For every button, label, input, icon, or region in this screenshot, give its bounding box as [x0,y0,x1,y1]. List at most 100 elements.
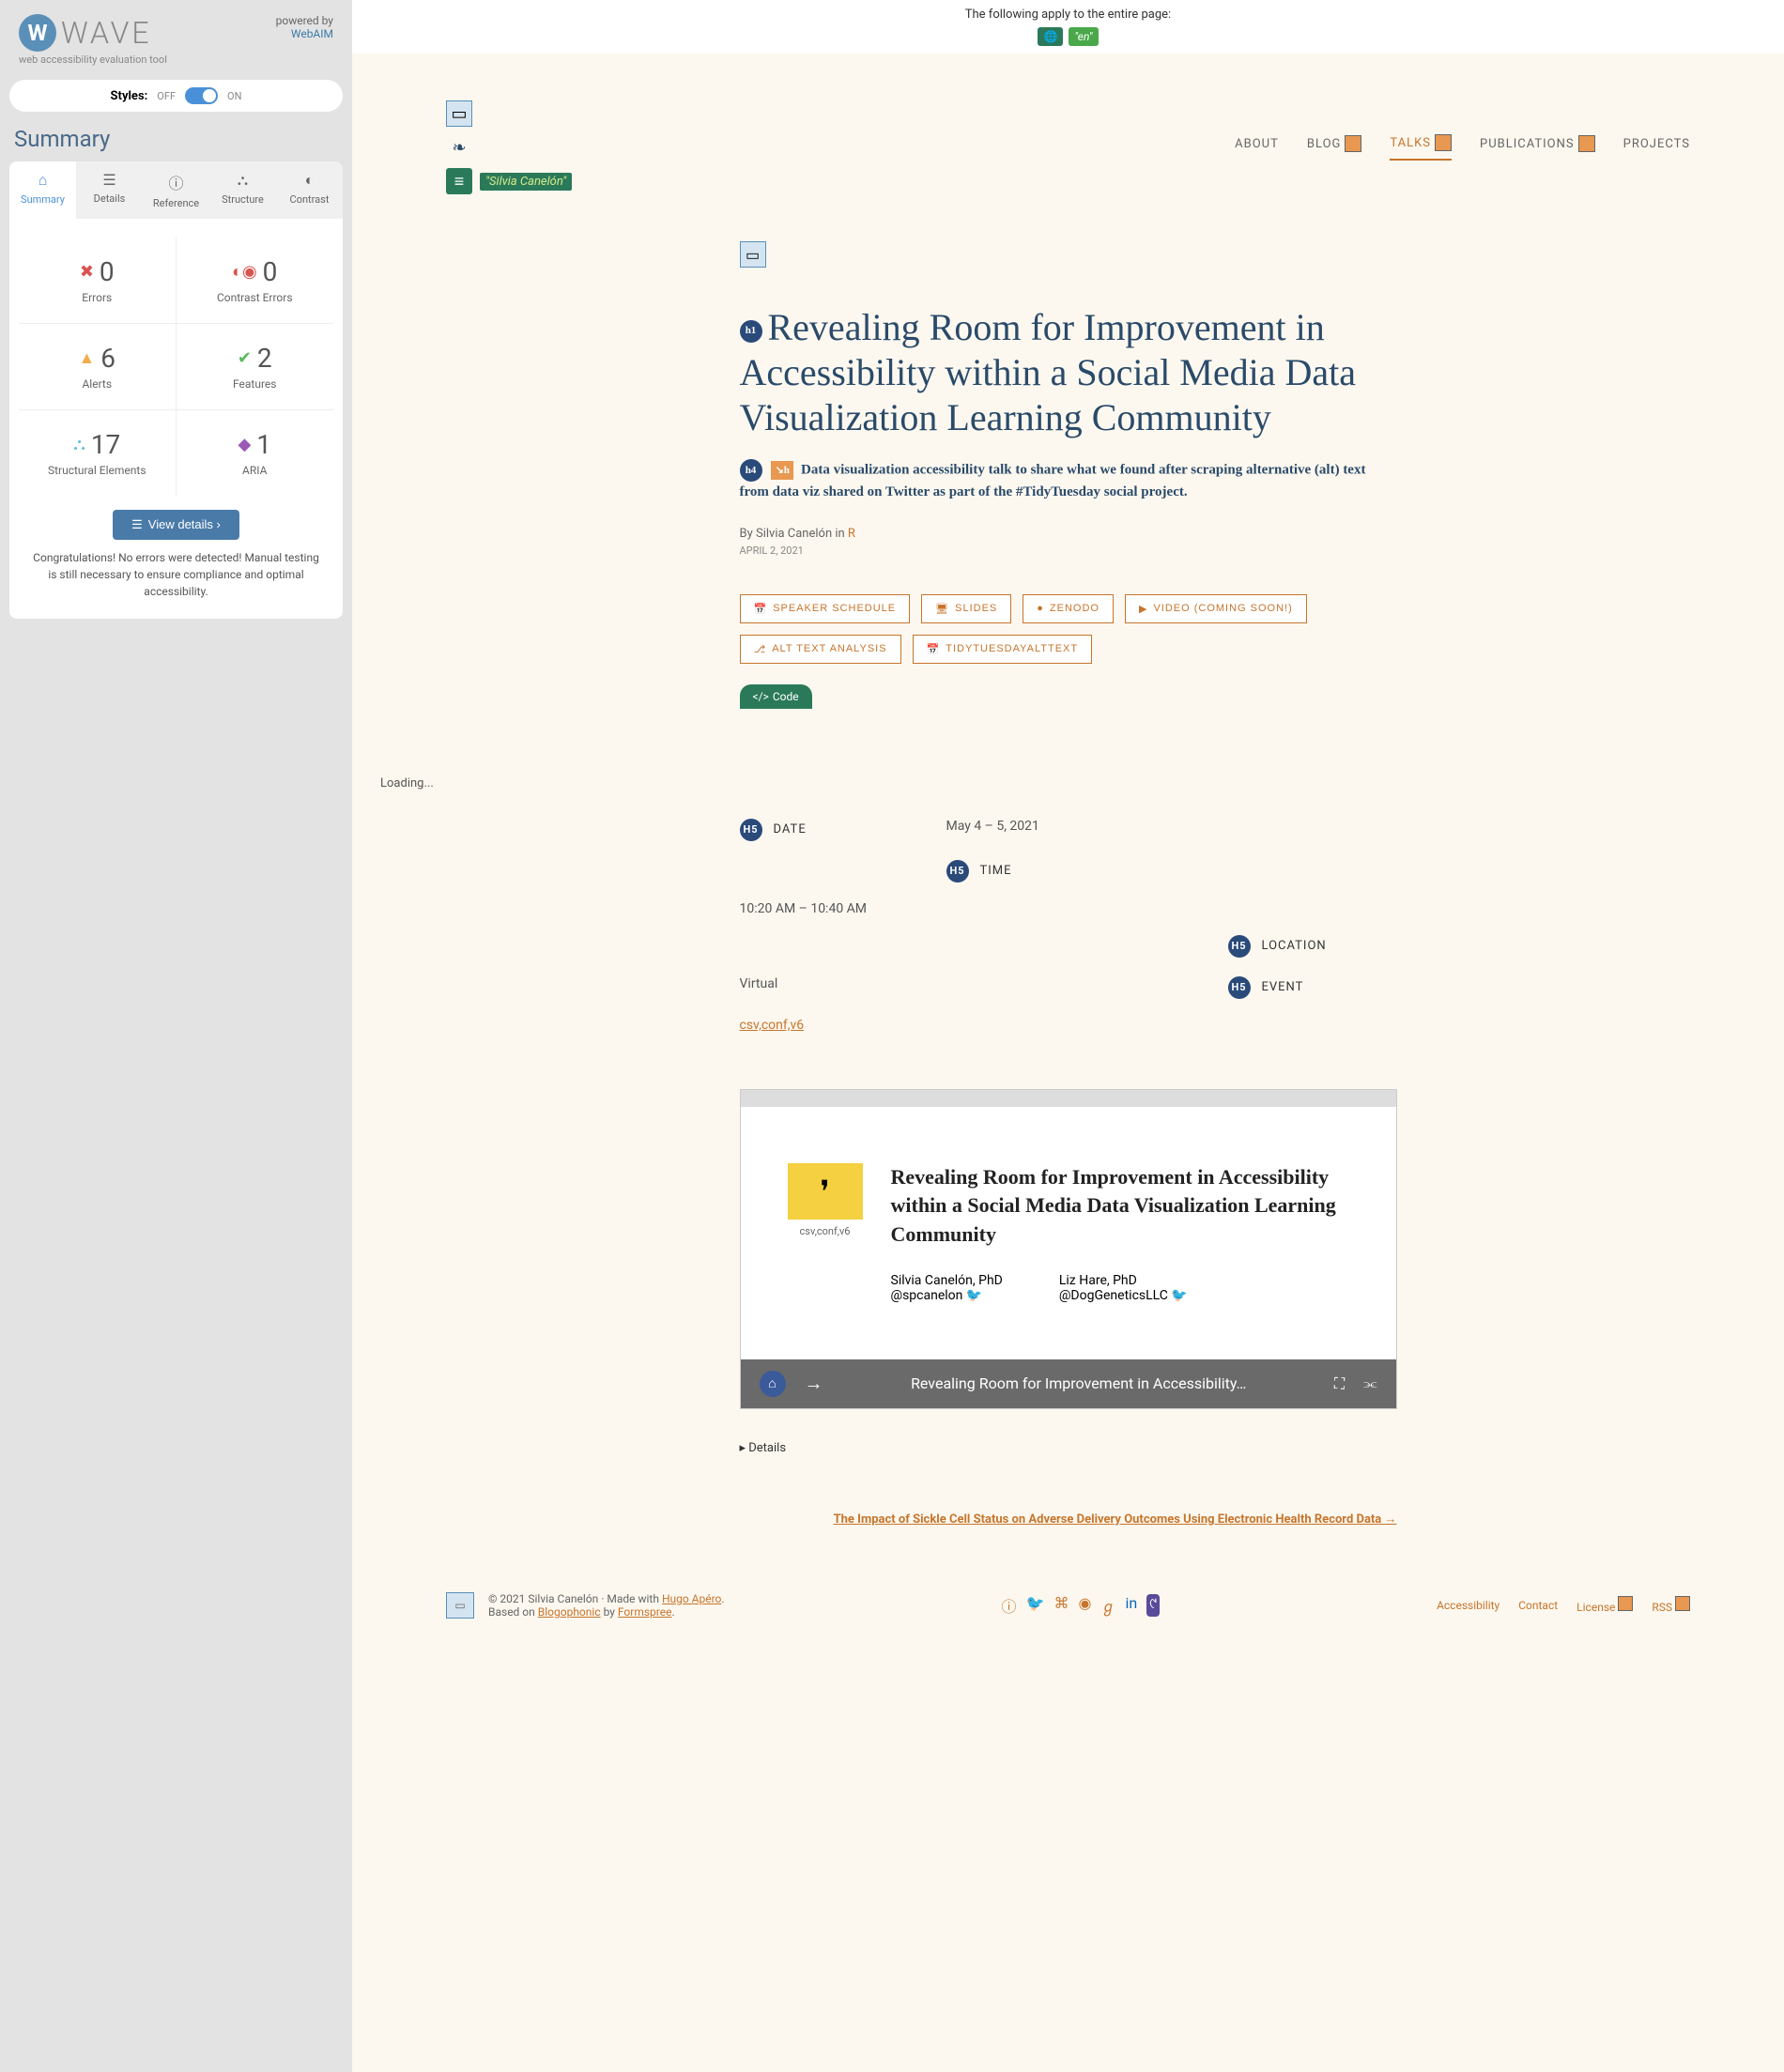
resource-button-alt-text-analysis[interactable]: ⎇ ALT TEXT ANALYSIS [740,635,901,664]
social-links: ⓘ 🐦 ⌘ ◉ ℊ in ୯ [1002,1594,1161,1617]
resource-buttons: 📅 SPEAKER SCHEDULE 🖥 SLIDES ● ZENODO ▶ VIDE… [740,594,1397,664]
fullscreen-button[interactable]: ⛶ [1334,1374,1345,1393]
code-badge: </> Code [740,684,812,709]
link-marker-icon [1345,135,1361,152]
h5-badge: h5 [1228,935,1251,958]
nav-blog[interactable]: BLOG [1307,134,1362,161]
twitter-icon[interactable]: 🐦 [1026,1594,1045,1617]
h5-badge: h5 [740,819,762,841]
embed-bottom-title: Revealing Room for Improvement in Access… [842,1374,1315,1392]
linkedin-icon[interactable]: in [1125,1594,1137,1617]
h1-badge: h1 [740,320,762,343]
location-value: Virtual [740,976,909,999]
page-notice: The following apply to the entire page: … [352,0,1784,54]
tab-summary[interactable]: ⌂Summary [9,161,76,219]
view-details-button[interactable]: ☰View details › [113,510,239,540]
sidebar-tabs: ⌂Summary☰DetailsⓘReference⛬Structure◐Con… [9,161,343,219]
styles-toggle-bar: Styles: OFF ON [9,80,343,112]
scholar-icon[interactable]: ℊ [1100,1594,1115,1617]
page-subtitle: h4 ↘h Data visualization accessibility t… [740,459,1397,503]
resource-button-video-coming-soon-[interactable]: ▶ VIDEO (COMING SOON!) [1125,594,1307,623]
h5-badge: h5 [946,860,969,883]
date-value: May 4 – 5, 2021 [946,819,1191,841]
footer-link-accessibility[interactable]: Accessibility [1437,1599,1499,1612]
time-value: 10:20 AM – 10:40 AM [740,901,1397,916]
article: ▭ h1Revealing Room for Improvement in Ac… [740,241,1397,664]
github-icon[interactable]: ⌘ [1053,1594,1069,1617]
csv-conf-icon: ❜ [788,1163,863,1220]
tab-reference[interactable]: ⓘReference [143,161,209,219]
styles-toggle[interactable] [185,87,218,104]
site-header: ▭ ❧ ≡ "Silvia Canelón" ABOUT BLOG TALKS P… [446,100,1690,194]
tab-contrast[interactable]: ◐Contrast [276,161,343,219]
footer-link-rss[interactable]: RSS [1652,1596,1690,1614]
stat-aria: ◆ 1ARIA [177,410,334,496]
tab-structure[interactable]: ⛬Structure [209,161,276,219]
link-marker-icon [1618,1596,1633,1611]
stat-features: ✔ 2Features [177,324,334,410]
embed-title: Revealing Room for Improvement in Access… [891,1163,1349,1250]
event-link[interactable]: csv,conf,v6 [740,1018,805,1033]
leaf-icon: ❧ [446,134,472,161]
nav-marker-icon: ▭ [446,100,472,127]
tab-details[interactable]: ☰Details [76,161,143,219]
author-1: Silvia Canelón, PhD @spcanelon 🐦 [891,1273,1003,1303]
congrats-message: Congratulations! No errors were detected… [19,549,333,600]
publish-date: APRIL 2, 2021 [740,545,1397,557]
event-details: h5DATE May 4 – 5, 2021 h5TIME 10:20 AM –… [740,819,1397,1033]
details-toggle[interactable]: ▸ Details [740,1441,787,1455]
resource-button-zenodo[interactable]: ● ZENODO [1023,594,1114,623]
nav-projects[interactable]: PROJECTS [1623,134,1690,161]
formspree-link[interactable]: Formspree [618,1605,672,1619]
author-2: Liz Hare, PhD @DogGeneticsLLC 🐦 [1059,1273,1188,1303]
hugo-link[interactable]: Hugo Apéro [662,1592,721,1605]
aria-icon: ≡ [446,168,472,194]
twitter-icon: 🐦 [966,1288,982,1303]
blogophonic-link[interactable]: Blogophonic [538,1605,601,1619]
twitter-icon: 🐦 [1171,1288,1187,1303]
info-icon[interactable]: ⓘ [1002,1594,1017,1617]
link-marker-icon [1578,135,1595,152]
nav-publications[interactable]: PUBLICATIONS [1480,134,1595,161]
nav-region-icon: ▭ [740,241,766,268]
summary-heading: Summary [14,126,338,152]
footer-region-icon: ▭ [446,1592,474,1619]
wave-sidebar: W WAVE web accessibility evaluation tool… [0,0,352,2072]
link-marker-icon [1435,134,1452,151]
site-footer: ▭ © 2021 Silvia Canelón · Made with Hugo… [352,1564,1784,1647]
resource-button-tidytuesdayalttext[interactable]: 📅 TIDYTUESDAYALTTEXT [913,635,1093,664]
page-title: h1Revealing Room for Improvement in Acce… [740,305,1397,440]
next-post-link: The Impact of Sickle Cell Status on Adve… [740,1512,1397,1527]
wave-logo: W WAVE web accessibility evaluation tool [19,14,167,66]
nav-about[interactable]: ABOUT [1235,134,1279,161]
stat-contrast-errors: ◐◉ 0Contrast Errors [177,238,334,324]
footer-link-license[interactable]: License [1576,1596,1633,1614]
loading-text: Loading... [380,776,1690,790]
lang-badge: "en" [1069,27,1098,46]
byline: By Silvia Canelón in R [740,527,1397,541]
main-content: The following apply to the entire page: … [352,0,1784,2072]
site-title-badge: "Silvia Canelón" [480,173,572,191]
wave-subtitle: web accessibility evaluation tool [19,54,167,66]
home-slide-button[interactable]: ⌂ [760,1371,786,1397]
webaim-link[interactable]: WebAIM [291,27,333,40]
category-link[interactable]: R [848,527,855,541]
link-marker-icon [1675,1596,1690,1611]
resource-button-slides[interactable]: 🖥 SLIDES [921,594,1011,623]
mastodon-icon[interactable]: ୯ [1146,1594,1160,1617]
embed-controls: ⌂ → Revealing Room for Improvement in Ac… [741,1359,1396,1408]
footer-link-contact[interactable]: Contact [1518,1599,1558,1612]
stat-errors: ✖ 0Errors [19,238,177,324]
slides-embed: ❜ csv,conf,v6 Revealing Room for Improve… [740,1089,1397,1409]
wave-header: W WAVE web accessibility evaluation tool… [9,9,343,70]
wave-title: WAVE [61,15,152,51]
stat-alerts: ▲ 6Alerts [19,324,177,410]
orcid-icon[interactable]: ◉ [1078,1594,1091,1617]
resource-button-speaker-schedule[interactable]: 📅 SPEAKER SCHEDULE [740,594,911,623]
wave-logo-icon: W [19,14,56,52]
next-slide-button[interactable]: → [805,1372,823,1395]
nav-talks[interactable]: TALKS [1390,134,1452,161]
share-button[interactable]: ⫘ [1363,1374,1376,1393]
powered-by: powered by WebAIM [276,14,333,40]
stat-structural-elements: ⛬ 17Structural Elements [19,410,177,496]
